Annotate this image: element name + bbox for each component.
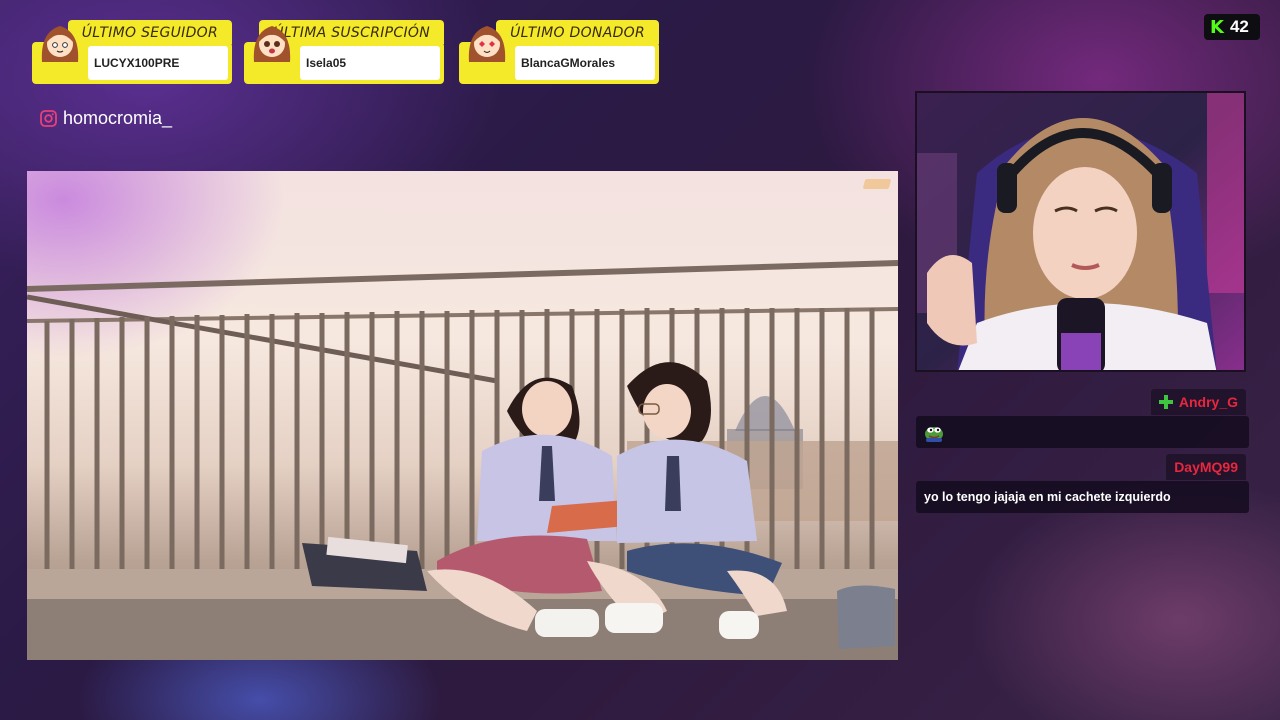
instagram-icon (40, 110, 57, 127)
avatar-icon (41, 26, 79, 62)
chat-username: DayMQ99 (1174, 459, 1238, 475)
chat-username-tag: Andry_G (1150, 389, 1246, 415)
avatar-icon (253, 26, 291, 62)
chat-message (916, 416, 1249, 448)
alert-username: LUCYX100PRE (88, 46, 228, 80)
alert-last-follower: ÚLTIMO SEGUIDOR LUCYX100PRE (32, 20, 232, 84)
viewer-count-badge: K 42 (1204, 14, 1260, 40)
alert-title: ÚLTIMO DONADOR (496, 20, 659, 44)
alert-username: BlancaGMorales (515, 46, 655, 80)
alert-username: Isela05 (300, 46, 440, 80)
alert-last-subscription: ÚLTIMA SUSCRIPCIÓN Isela05 (244, 20, 444, 84)
instagram-handle: homocromia_ (40, 108, 172, 129)
video-watermark (862, 179, 892, 189)
chat-username-tag: DayMQ99 (1166, 454, 1246, 480)
alert-last-donor: ÚLTIMO DONADOR BlancaGMorales (459, 20, 659, 84)
alert-title: ÚLTIMO SEGUIDOR (67, 20, 232, 44)
viewer-count: 42 (1229, 17, 1249, 36)
webcam-feed (915, 91, 1246, 372)
pepe-emote-icon (925, 426, 943, 442)
avatar-icon (468, 26, 506, 62)
chat-message-text: yo lo tengo jajaja en mi cachete izquier… (924, 490, 1171, 504)
streamer-camera-image (917, 93, 1244, 370)
chat-username: Andry_G (1178, 394, 1238, 410)
chat-message: yo lo tengo jajaja en mi cachete izquier… (916, 481, 1249, 513)
video-scene (27, 260, 898, 660)
kick-logo-icon: K (1210, 16, 1224, 38)
video-player[interactable] (27, 171, 898, 660)
plus-badge-icon (1158, 395, 1173, 409)
instagram-username: homocromia_ (63, 108, 173, 128)
